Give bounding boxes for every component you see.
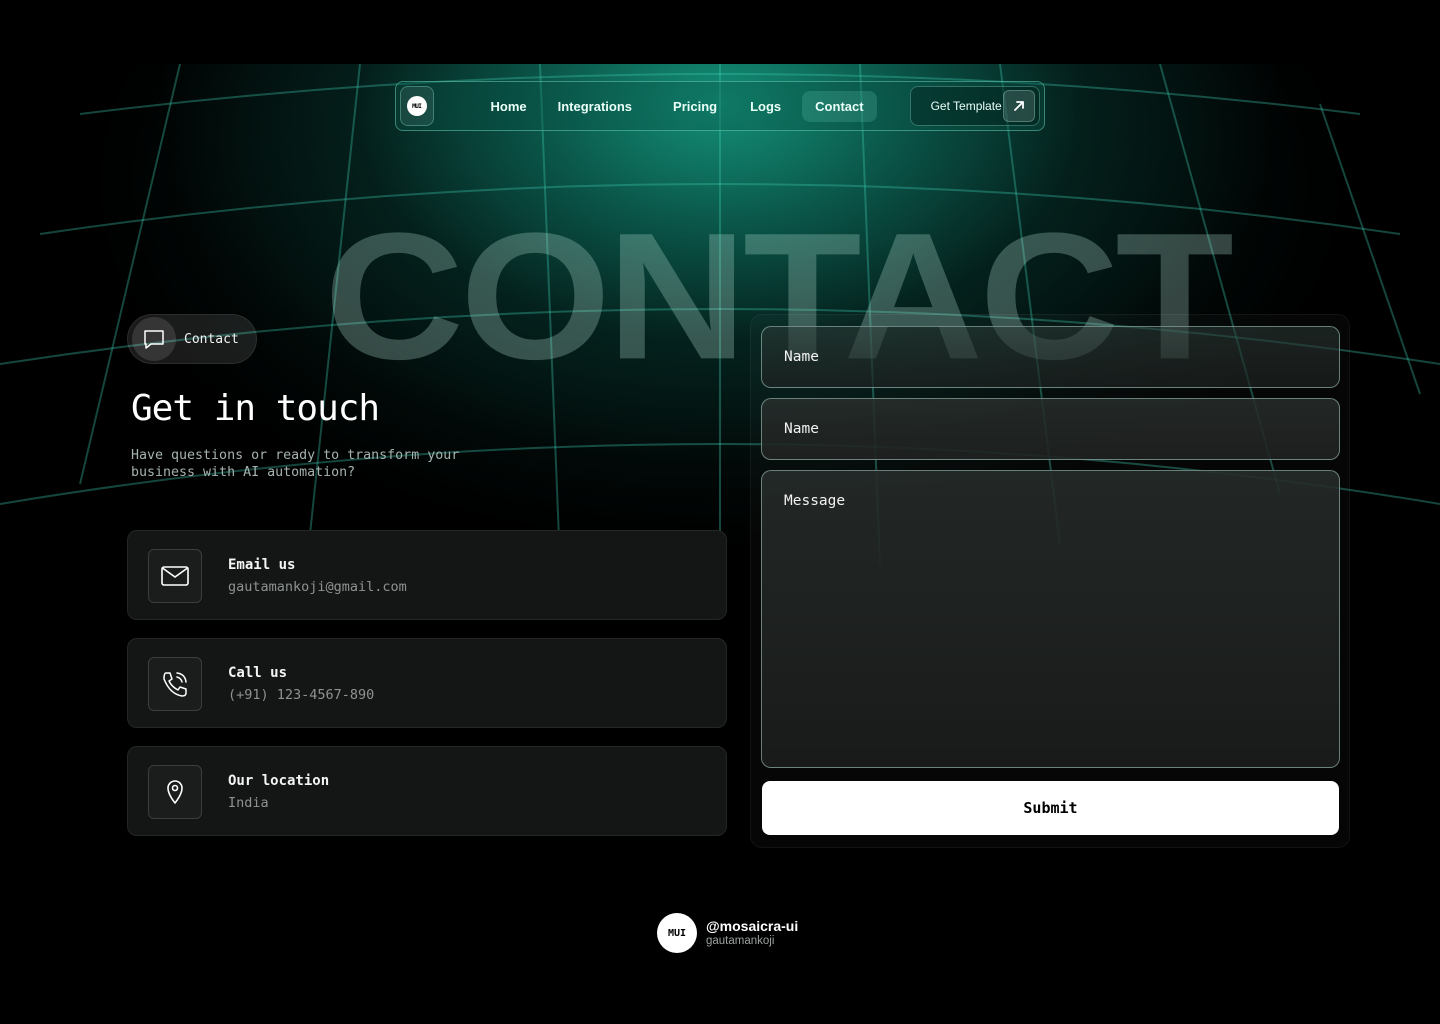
phone-card-value[interactable]: (+91) 123-4567-890 (228, 687, 374, 703)
location-card[interactable]: Our location India (127, 746, 727, 836)
brand-logo-button[interactable]: MUI (400, 86, 434, 126)
nav-link-pricing[interactable]: Pricing (660, 91, 730, 122)
phone-card[interactable]: Call us (+91) 123-4567-890 (127, 638, 727, 728)
section-chip-label: Contact (184, 331, 239, 347)
location-card-value: India (228, 795, 269, 811)
arrow-up-right-icon (1003, 90, 1035, 122)
submit-button[interactable]: Submit (762, 781, 1339, 835)
footer-logo-icon: MUI (657, 913, 697, 953)
email-card-title: Email us (228, 557, 296, 573)
nav-link-home[interactable]: Home (478, 91, 540, 122)
section-chip: Contact (127, 314, 257, 364)
footer-credit[interactable]: MUI @mosaicra-ui gautamankoji (657, 913, 798, 953)
top-navbar: MUI Home Integrations Pricing Logs Conta… (395, 81, 1045, 131)
second-name-field-label: Name (784, 421, 819, 437)
email-card-value[interactable]: gautamankoji@gmail.com (228, 579, 407, 595)
footer-handle[interactable]: @mosaicra-ui (706, 918, 798, 934)
mail-icon (148, 549, 202, 603)
nav-link-integrations[interactable]: Integrations (545, 91, 645, 122)
page-title: Get in touch (131, 388, 380, 429)
message-field-label: Message (784, 493, 846, 509)
brand-logo-icon: MUI (406, 96, 427, 116)
phone-icon (148, 657, 202, 711)
nav-link-logs[interactable]: Logs (737, 91, 794, 122)
nav-link-contact[interactable]: Contact (802, 90, 877, 122)
phone-card-title: Call us (228, 665, 288, 681)
location-card-title: Our location (228, 773, 330, 789)
page-subtitle: Have questions or ready to transform you… (131, 448, 460, 480)
footer-username: gautamankoji (706, 935, 775, 947)
chat-bubble-icon (132, 317, 176, 361)
map-pin-icon (148, 765, 202, 819)
message-field[interactable]: Message (761, 470, 1340, 768)
get-template-button[interactable]: Get Template (909, 86, 1040, 126)
get-template-label: Get Template (930, 99, 1002, 113)
second-name-field[interactable]: Name (761, 398, 1340, 460)
name-field[interactable]: Name (761, 326, 1340, 388)
email-card[interactable]: Email us gautamankoji@gmail.com (127, 530, 727, 620)
name-field-label: Name (784, 349, 819, 365)
